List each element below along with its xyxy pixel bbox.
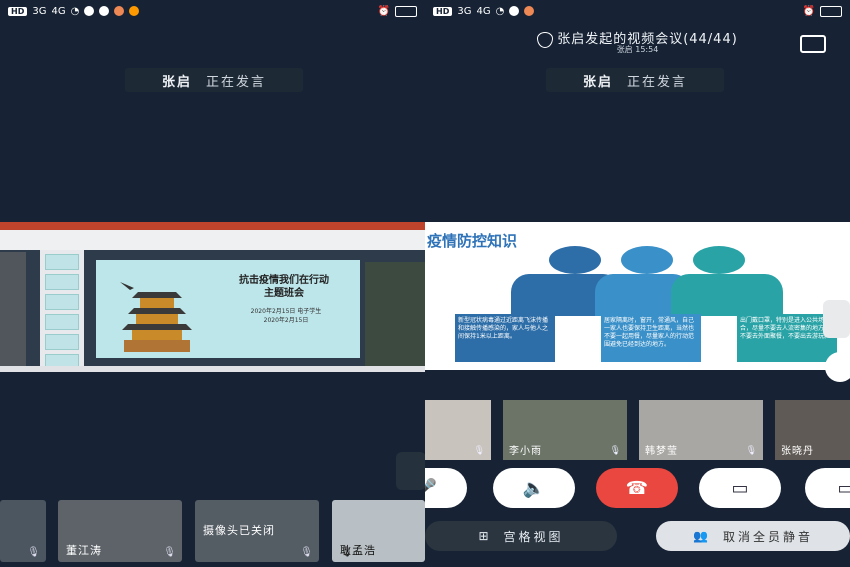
hangup-icon: ☎ bbox=[625, 477, 649, 499]
slide-thumbnail bbox=[45, 294, 79, 310]
speaker-name: 张启 bbox=[161, 74, 192, 90]
mic-off-icon: 🎙 bbox=[609, 446, 621, 456]
meeting-time: 15:54 bbox=[635, 45, 659, 54]
participant-tile[interactable]: 🎙 bbox=[0, 500, 46, 562]
slide-thumbnail bbox=[45, 314, 79, 330]
mic-off-icon: 🎙 bbox=[27, 547, 40, 558]
participant-name: 韩梦莹 bbox=[645, 446, 678, 457]
grid-icon: ⊞ bbox=[478, 529, 492, 543]
slide-textbox: 居家隔离时，窗开，常通风，自己一家人也要保持卫生距离，当然也不要一起用餐，尽量家… bbox=[601, 314, 701, 362]
speaker-status: 正在发言 bbox=[627, 74, 688, 90]
participant-name: 张晓丹 bbox=[781, 446, 814, 457]
app-icon bbox=[99, 6, 110, 16]
video-icon: ▭ bbox=[731, 477, 749, 499]
mic-off-icon: 🎙 bbox=[300, 547, 313, 558]
slide-title: 疫情防控知识 bbox=[427, 232, 518, 250]
screen-share[interactable]: 抗击疫情我们在行动 主题班会 2020年2月15日 电子学生 2020年2月15… bbox=[0, 222, 425, 372]
status-bar: HD 3G 4G ◔ ⏰ bbox=[425, 0, 850, 22]
speaker-button[interactable]: 🔈 bbox=[493, 468, 575, 508]
speaker-name: 张启 bbox=[582, 74, 613, 90]
app-icon bbox=[509, 6, 520, 16]
slide-subtitle: 2020年2月15日 电子学生 2020年2月15日 bbox=[250, 308, 322, 324]
participant-tile[interactable]: 🎙 bbox=[425, 400, 491, 460]
hangup-button[interactable]: ☎ bbox=[596, 468, 678, 508]
mic-off-icon: 🎙 bbox=[340, 547, 353, 558]
app-icon bbox=[84, 6, 95, 16]
battery-icon bbox=[395, 5, 417, 17]
alarm-icon: ⏰ bbox=[802, 5, 815, 17]
left-screen: HD 3G 4G ◔ ⏰ 张启 正在发言 抗击疫情我们在行动 主题班会 2020… bbox=[0, 0, 425, 567]
share-icon: ▭ bbox=[837, 477, 850, 499]
person-figure bbox=[549, 246, 601, 274]
camera-switch-icon[interactable] bbox=[800, 35, 826, 53]
float-button[interactable] bbox=[396, 452, 425, 490]
hd-badge: HD bbox=[8, 6, 28, 16]
participant-tile[interactable]: 董江涛 🎙 bbox=[58, 500, 182, 562]
signal-4g-icon: 4G bbox=[51, 5, 66, 17]
slide-thumbnails bbox=[40, 250, 84, 370]
participant-tile[interactable]: 张晓丹 bbox=[775, 400, 850, 460]
signal-3g-icon: 3G bbox=[457, 5, 472, 17]
participant-name: 摄像头已关闭 bbox=[203, 524, 275, 537]
slide-title: 抗击疫情我们在行动 主题班会 bbox=[239, 275, 329, 299]
slide-textbox: 出门戴口罩，特别是进入公共场合，尽量不要去人流密集的地方，不要去外面聚餐，不要出… bbox=[737, 314, 837, 362]
signal-4g-icon: 4G bbox=[476, 5, 491, 17]
alarm-icon: ⏰ bbox=[377, 5, 390, 17]
shared-slide[interactable]: 疫情防控知识 新型冠状病毒通过近距离飞沫传播和接触传播感染的，家人与他人之间保持… bbox=[425, 222, 850, 370]
app-icon bbox=[114, 6, 125, 16]
grid-view-label: 宫格视图 bbox=[503, 529, 564, 544]
hd-badge: HD bbox=[433, 6, 453, 16]
camera-overlay bbox=[365, 262, 425, 366]
mic-off-icon: 🎙 bbox=[163, 547, 176, 558]
signal-3g-icon: 3G bbox=[32, 5, 47, 17]
participant-tile[interactable]: 摄像头已关闭 🎙 bbox=[195, 500, 319, 562]
participant-tile[interactable]: 李小雨 🎙 bbox=[503, 400, 627, 460]
status-bar: HD 3G 4G ◔ ⏰ bbox=[0, 0, 425, 22]
speaker-banner: 张启 正在发言 bbox=[546, 68, 724, 92]
camera-overlay bbox=[0, 252, 26, 366]
ppt-status-bar bbox=[0, 366, 425, 372]
share-button[interactable]: ▭ bbox=[805, 468, 850, 508]
participant-tile[interactable]: 韩梦莹 🎙 bbox=[639, 400, 763, 460]
slide-textbox: 新型冠状病毒通过近距离飞沫传播和接触传播感染的，家人与他人之间保持1米以上距离。 bbox=[455, 314, 555, 362]
unmute-all-label: 取消全员静音 bbox=[722, 529, 813, 544]
slide-thumbnail bbox=[45, 334, 79, 350]
float-button[interactable] bbox=[825, 352, 850, 382]
slide-thumbnail bbox=[45, 254, 79, 270]
grid-view-button[interactable]: ⊞ 宫格视图 bbox=[425, 521, 617, 551]
mute-button[interactable]: 🎤 bbox=[425, 468, 467, 508]
app-icon bbox=[524, 6, 535, 16]
ppt-title-bar bbox=[0, 222, 425, 230]
users-icon: 👥 bbox=[693, 529, 711, 543]
meeting-time-row: 张启 15:54 bbox=[425, 44, 850, 55]
wifi-icon: ◔ bbox=[495, 5, 505, 17]
person-figure bbox=[621, 246, 673, 274]
speaker-icon: 🔈 bbox=[522, 477, 546, 499]
battery-icon bbox=[820, 5, 842, 17]
video-button[interactable]: ▭ bbox=[699, 468, 781, 508]
mic-off-icon: 🎙 bbox=[473, 446, 485, 456]
app-icon bbox=[129, 6, 140, 16]
participant-tile[interactable]: 耿孟浩 🎙 bbox=[332, 500, 425, 562]
mic-off-icon: 🎙 bbox=[745, 446, 757, 456]
person-figure bbox=[693, 246, 745, 274]
participant-name: 李小雨 bbox=[509, 446, 542, 457]
slide-thumbnail bbox=[45, 274, 79, 290]
wifi-icon: ◔ bbox=[70, 5, 80, 17]
ppt-slide: 抗击疫情我们在行动 主题班会 2020年2月15日 电子学生 2020年2月15… bbox=[96, 260, 360, 358]
speaker-status: 正在发言 bbox=[206, 74, 267, 90]
float-button[interactable] bbox=[823, 300, 850, 338]
participant-name: 董江涛 bbox=[66, 544, 102, 557]
ppt-ribbon bbox=[0, 230, 425, 250]
right-screen: HD 3G 4G ◔ ⏰ 张启发起的视频会议(44/44) 张启 15:54 张… bbox=[425, 0, 850, 567]
person-body bbox=[671, 274, 783, 316]
speaker-banner: 张启 正在发言 bbox=[125, 68, 303, 92]
meeting-host: 张启 bbox=[616, 45, 633, 54]
mic-off-icon: 🎤 bbox=[425, 477, 438, 499]
unmute-all-button[interactable]: 👥 取消全员静音 bbox=[656, 521, 850, 551]
pagoda-image bbox=[120, 282, 192, 352]
